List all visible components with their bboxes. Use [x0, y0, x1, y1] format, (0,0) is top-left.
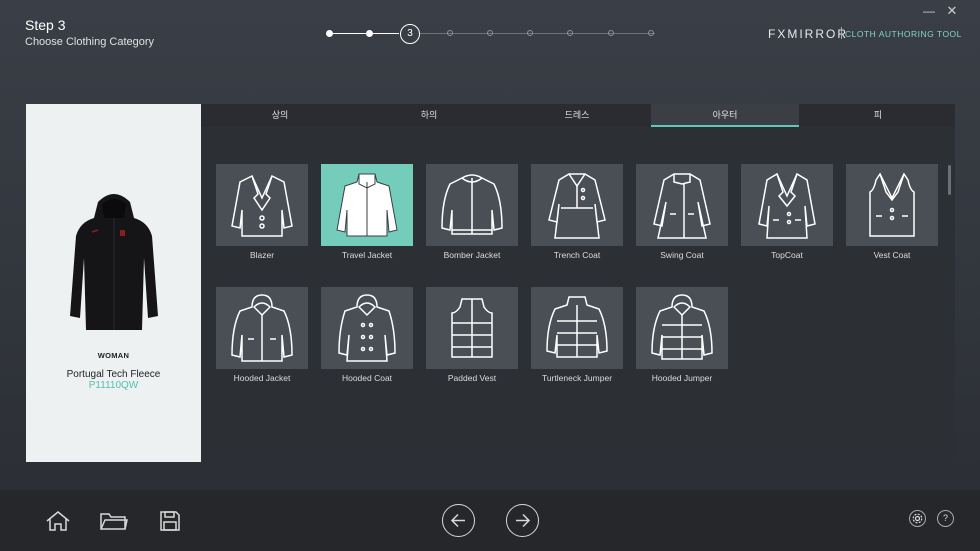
product-name: Portugal Tech Fleece: [66, 369, 161, 380]
step-current: 3: [400, 24, 420, 44]
item-hooded-coat[interactable]: Hooded Coat: [321, 287, 413, 387]
brand-divider: [841, 27, 842, 39]
step-subtitle: Choose Clothing Category: [25, 36, 155, 48]
item-swing-coat[interactable]: Swing Coat: [636, 164, 728, 264]
product-panel: WOMAN Portugal Tech Fleece P11110QW: [26, 104, 201, 462]
step-dot-1[interactable]: [326, 29, 333, 37]
step-dot-5[interactable]: [487, 30, 493, 36]
item-hooded-jumper[interactable]: Hooded Jumper: [636, 287, 728, 387]
step-dot-4[interactable]: [447, 30, 453, 36]
step-dot-7[interactable]: [567, 30, 573, 36]
hooded-jumper-icon: [651, 294, 713, 360]
item-turtleneck-jumper[interactable]: Turtleneck Jumper: [531, 287, 623, 387]
blazer-icon: [231, 174, 293, 237]
topcoat-icon: [758, 172, 816, 239]
category-panel: 상의 하의 드레스 아우터 피 Blazer Travel Jacket Bom…: [201, 104, 955, 462]
item-label: Vest Coat: [873, 250, 911, 260]
tab-dress[interactable]: 드레스: [503, 104, 651, 127]
category-tabs: 상의 하의 드레스 아우터 피: [201, 104, 955, 127]
item-blazer[interactable]: Blazer: [216, 164, 308, 264]
tab-bottoms[interactable]: 하의: [355, 104, 503, 127]
product-gender: WOMAN: [97, 351, 130, 360]
folder-icon[interactable]: [100, 512, 128, 531]
next-button[interactable]: [506, 504, 539, 537]
trench-coat-icon: [548, 173, 606, 239]
tab-other[interactable]: 피: [804, 104, 952, 127]
item-trench-coat[interactable]: Trench Coat: [531, 164, 623, 264]
gear-icon: [912, 513, 923, 524]
item-label: Travel Jacket: [341, 250, 393, 260]
item-label: Bomber Jacket: [443, 250, 501, 260]
item-label: Swing Coat: [660, 250, 704, 260]
header: Step 3 Choose Clothing Category 3 FXMIRR…: [0, 0, 980, 70]
product-code: P11110QW: [88, 380, 139, 391]
product-image: [70, 194, 158, 330]
item-label: Trench Coat: [553, 250, 601, 260]
help-button[interactable]: ?: [937, 510, 954, 527]
vest-coat-icon: [869, 172, 915, 237]
back-button[interactable]: [442, 504, 475, 537]
hooded-jacket-icon: [231, 294, 293, 362]
step-title: Step 3: [25, 17, 66, 33]
brand-logo: FXMIRROR: [768, 27, 848, 41]
item-label: Padded Vest: [447, 373, 497, 383]
item-travel-jacket[interactable]: Travel Jacket: [321, 164, 413, 264]
item-label: Hooded Jumper: [651, 373, 713, 383]
item-label: Hooded Coat: [341, 373, 393, 383]
item-padded-vest[interactable]: Padded Vest: [426, 287, 518, 387]
settings-button[interactable]: [909, 510, 926, 527]
item-label: Turtleneck Jumper: [541, 373, 613, 383]
swing-coat-icon: [653, 173, 711, 239]
tab-outer[interactable]: 아우터: [651, 104, 799, 127]
padded-vest-icon: [451, 298, 493, 358]
travel-jacket-icon: [336, 173, 398, 237]
item-topcoat[interactable]: TopCoat: [741, 164, 833, 264]
save-icon[interactable]: [160, 511, 180, 531]
bomber-jacket-icon: [441, 174, 503, 235]
step-progress: 3: [325, 22, 665, 46]
tab-tops[interactable]: 상의: [206, 104, 354, 127]
hooded-coat-icon: [338, 294, 396, 362]
step-dot-2[interactable]: [366, 29, 373, 37]
item-bomber-jacket[interactable]: Bomber Jacket: [426, 164, 518, 264]
step-dot-9[interactable]: [648, 30, 654, 36]
item-label: Hooded Jacket: [233, 373, 291, 383]
item-hooded-jacket[interactable]: Hooded Jacket: [216, 287, 308, 387]
brand-subtitle: CLOTH AUTHORING TOOL: [845, 29, 962, 39]
item-vest-coat[interactable]: Vest Coat: [846, 164, 938, 264]
home-icon[interactable]: [45, 510, 71, 532]
item-label: Blazer: [249, 250, 275, 260]
close-button[interactable]: ✕: [943, 3, 961, 19]
arrow-right-icon: [516, 513, 531, 528]
bottom-toolbar: ?: [0, 490, 980, 551]
arrow-left-icon: [450, 513, 465, 528]
turtleneck-jumper-icon: [546, 296, 608, 358]
item-label: TopCoat: [771, 250, 803, 260]
step-dot-6[interactable]: [527, 30, 533, 36]
help-icon: ?: [942, 513, 948, 523]
minimize-button[interactable]: —: [920, 4, 938, 18]
step-dot-8[interactable]: [608, 30, 614, 36]
scrollbar[interactable]: [948, 165, 951, 195]
